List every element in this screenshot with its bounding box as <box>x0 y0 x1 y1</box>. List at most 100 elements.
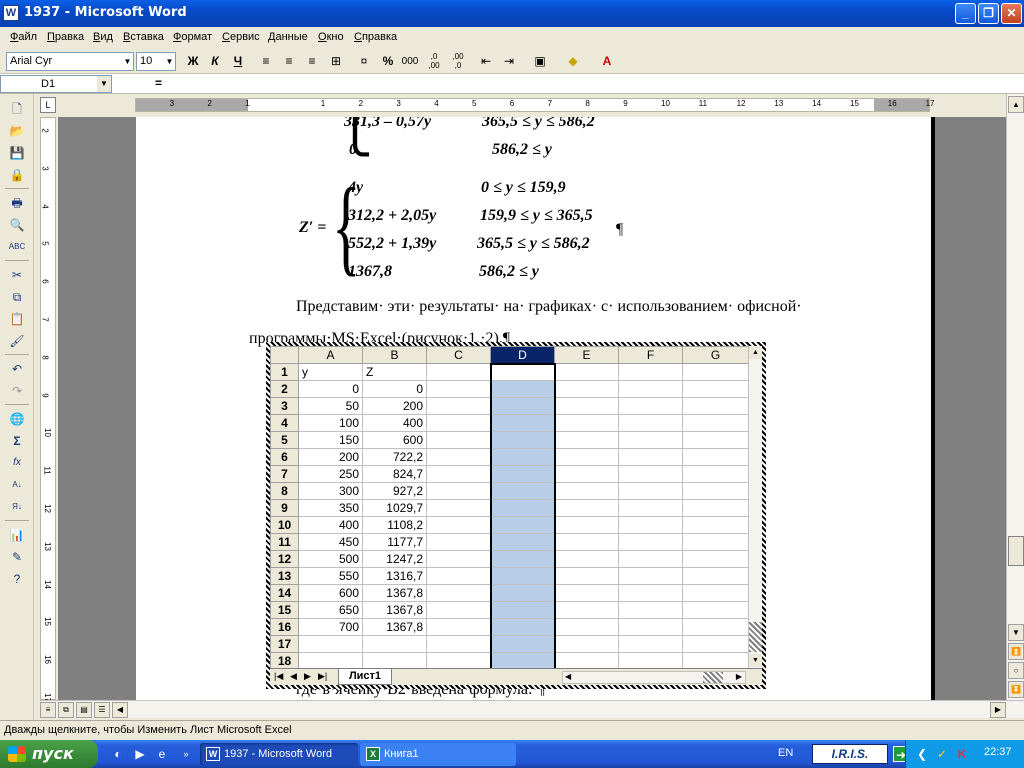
cell-c16[interactable] <box>426 618 491 636</box>
cell-a15[interactable]: 650 <box>298 601 363 619</box>
cell-g7[interactable] <box>682 465 749 483</box>
cell-g4[interactable] <box>682 414 749 432</box>
document-horizontal-scrollbar[interactable]: ≡ ⧉ ▤ ☰ ◀ ▶ <box>40 700 1024 718</box>
cut-icon[interactable]: ✂ <box>8 266 26 284</box>
cell-e14[interactable] <box>554 584 619 602</box>
cell-a10[interactable]: 400 <box>298 516 363 534</box>
cell-b12[interactable]: 1247,2 <box>362 550 427 568</box>
menu-item-3[interactable]: Вставка <box>123 31 164 43</box>
font-color-icon[interactable]: A <box>597 52 617 71</box>
previous-page-icon[interactable]: ⏫ <box>1008 643 1024 660</box>
cell-b13[interactable]: 1316,7 <box>362 567 427 585</box>
cell-g10[interactable] <box>682 516 749 534</box>
language-indicator[interactable]: EN <box>778 747 793 759</box>
cell-c7[interactable] <box>426 465 491 483</box>
cell-d4[interactable] <box>489 414 556 432</box>
row-header[interactable]: 16 <box>270 618 299 636</box>
cell-e6[interactable] <box>554 448 619 466</box>
cell-f17[interactable] <box>618 635 683 653</box>
document-vertical-scrollbar[interactable]: ▲ ▼ ⏫ ○ ⏬ <box>1006 94 1024 700</box>
cell-f6[interactable] <box>618 448 683 466</box>
undo-icon[interactable]: ↶ <box>8 360 26 378</box>
cell-g3[interactable] <box>682 397 749 415</box>
print-preview-icon[interactable]: 🔍 <box>8 216 26 234</box>
row-header[interactable]: 3 <box>270 397 299 415</box>
cell-e3[interactable] <box>554 397 619 415</box>
cell-f8[interactable] <box>618 482 683 500</box>
cell-b6[interactable]: 722,2 <box>362 448 427 466</box>
scroll-thumb[interactable] <box>1008 536 1024 566</box>
row-header[interactable]: 17 <box>270 635 299 653</box>
row-header[interactable]: 10 <box>270 516 299 534</box>
cell-e15[interactable] <box>554 601 619 619</box>
scroll-right-icon[interactable]: ▶ <box>990 702 1006 718</box>
cell-a14[interactable]: 600 <box>298 584 363 602</box>
embedded-excel-object[interactable]: ABCDEFG 1 y Z 2 0 0 3 50 200 4 100 400 5 150 600 6 200 72… <box>266 342 766 689</box>
scroll-up-icon[interactable]: ▲ <box>1008 96 1024 113</box>
excel-horizontal-scrollbar[interactable]: ◀ ▶ <box>562 671 746 684</box>
cell-f5[interactable] <box>618 431 683 449</box>
scroll-down-icon[interactable]: ▼ <box>749 654 762 667</box>
increase-indent-icon[interactable]: ⇥ <box>499 52 519 71</box>
row-header[interactable]: 8 <box>270 482 299 500</box>
new-document-icon[interactable]: 🗋 <box>8 100 26 118</box>
cell-a13[interactable]: 550 <box>298 567 363 585</box>
cell-e2[interactable] <box>554 380 619 398</box>
internet-explorer-icon[interactable]: e <box>154 746 170 762</box>
restore-button[interactable]: ❐ <box>978 3 999 24</box>
underline-button[interactable]: Ч <box>228 52 248 71</box>
cell-g13[interactable] <box>682 567 749 585</box>
column-header-e[interactable]: E <box>554 346 619 364</box>
cell-c9[interactable] <box>426 499 491 517</box>
merge-center-icon[interactable]: ⊞ <box>326 52 346 71</box>
select-all-corner[interactable] <box>270 346 299 364</box>
show-desktop-icon[interactable]: ◐ <box>110 746 126 762</box>
cell-f18[interactable] <box>618 652 683 670</box>
taskbar-item-excel[interactable]: X Книга1 <box>360 743 516 766</box>
cell-d1[interactable] <box>489 362 556 381</box>
cell-c11[interactable] <box>426 533 491 551</box>
media-player-icon[interactable]: ▶ <box>132 746 148 762</box>
next-sheet-icon[interactable]: ▶ <box>304 671 311 682</box>
scroll-thumb[interactable] <box>749 622 762 652</box>
cell-e5[interactable] <box>554 431 619 449</box>
scroll-left-icon[interactable]: ◀ <box>112 702 128 718</box>
font-name-combo[interactable]: Arial Cyr ▼ <box>6 52 134 71</box>
column-header-d[interactable]: D <box>490 346 555 364</box>
align-center-icon[interactable]: ≡ <box>279 52 299 71</box>
cell-g5[interactable] <box>682 431 749 449</box>
cell-e16[interactable] <box>554 618 619 636</box>
cell-b7[interactable]: 824,7 <box>362 465 427 483</box>
format-painter-icon[interactable]: 🖌 <box>8 332 26 350</box>
cell-d14[interactable] <box>489 584 556 602</box>
sort-descending-icon[interactable]: Я↓ <box>8 498 26 516</box>
cell-b17[interactable] <box>362 635 427 653</box>
cell-g11[interactable] <box>682 533 749 551</box>
cell-a3[interactable]: 50 <box>298 397 363 415</box>
menu-item-1[interactable]: Правка <box>47 31 84 43</box>
horizontal-ruler[interactable]: 3 2 1 1 2 3 4 5 6 7 8 9 10 11 12 13 14 15 16 17 <box>135 98 935 112</box>
tray-expand-icon[interactable]: ❮ <box>914 746 930 762</box>
cell-d8[interactable] <box>489 482 556 500</box>
cell-f3[interactable] <box>618 397 683 415</box>
cell-a11[interactable]: 450 <box>298 533 363 551</box>
excel-vertical-scrollbar[interactable]: ▲ ▼ <box>748 346 762 668</box>
row-header[interactable]: 9 <box>270 499 299 517</box>
print-icon[interactable]: 🖶 <box>8 194 26 212</box>
cell-b2[interactable]: 0 <box>362 380 427 398</box>
cell-e10[interactable] <box>554 516 619 534</box>
cell-g1[interactable] <box>682 363 749 381</box>
redo-icon[interactable]: ↷ <box>8 382 26 400</box>
cell-e1[interactable] <box>554 363 619 381</box>
cell-c1[interactable] <box>426 363 491 381</box>
menu-item-7[interactable]: Окно <box>318 31 344 43</box>
cell-a4[interactable]: 100 <box>298 414 363 432</box>
hyperlink-icon[interactable]: 🌐 <box>8 410 26 428</box>
cell-f1[interactable] <box>618 363 683 381</box>
cell-a6[interactable]: 200 <box>298 448 363 466</box>
next-page-icon[interactable]: ⏬ <box>1008 681 1024 698</box>
cell-g14[interactable] <box>682 584 749 602</box>
cell-f12[interactable] <box>618 550 683 568</box>
cell-d11[interactable] <box>489 533 556 551</box>
cell-c5[interactable] <box>426 431 491 449</box>
